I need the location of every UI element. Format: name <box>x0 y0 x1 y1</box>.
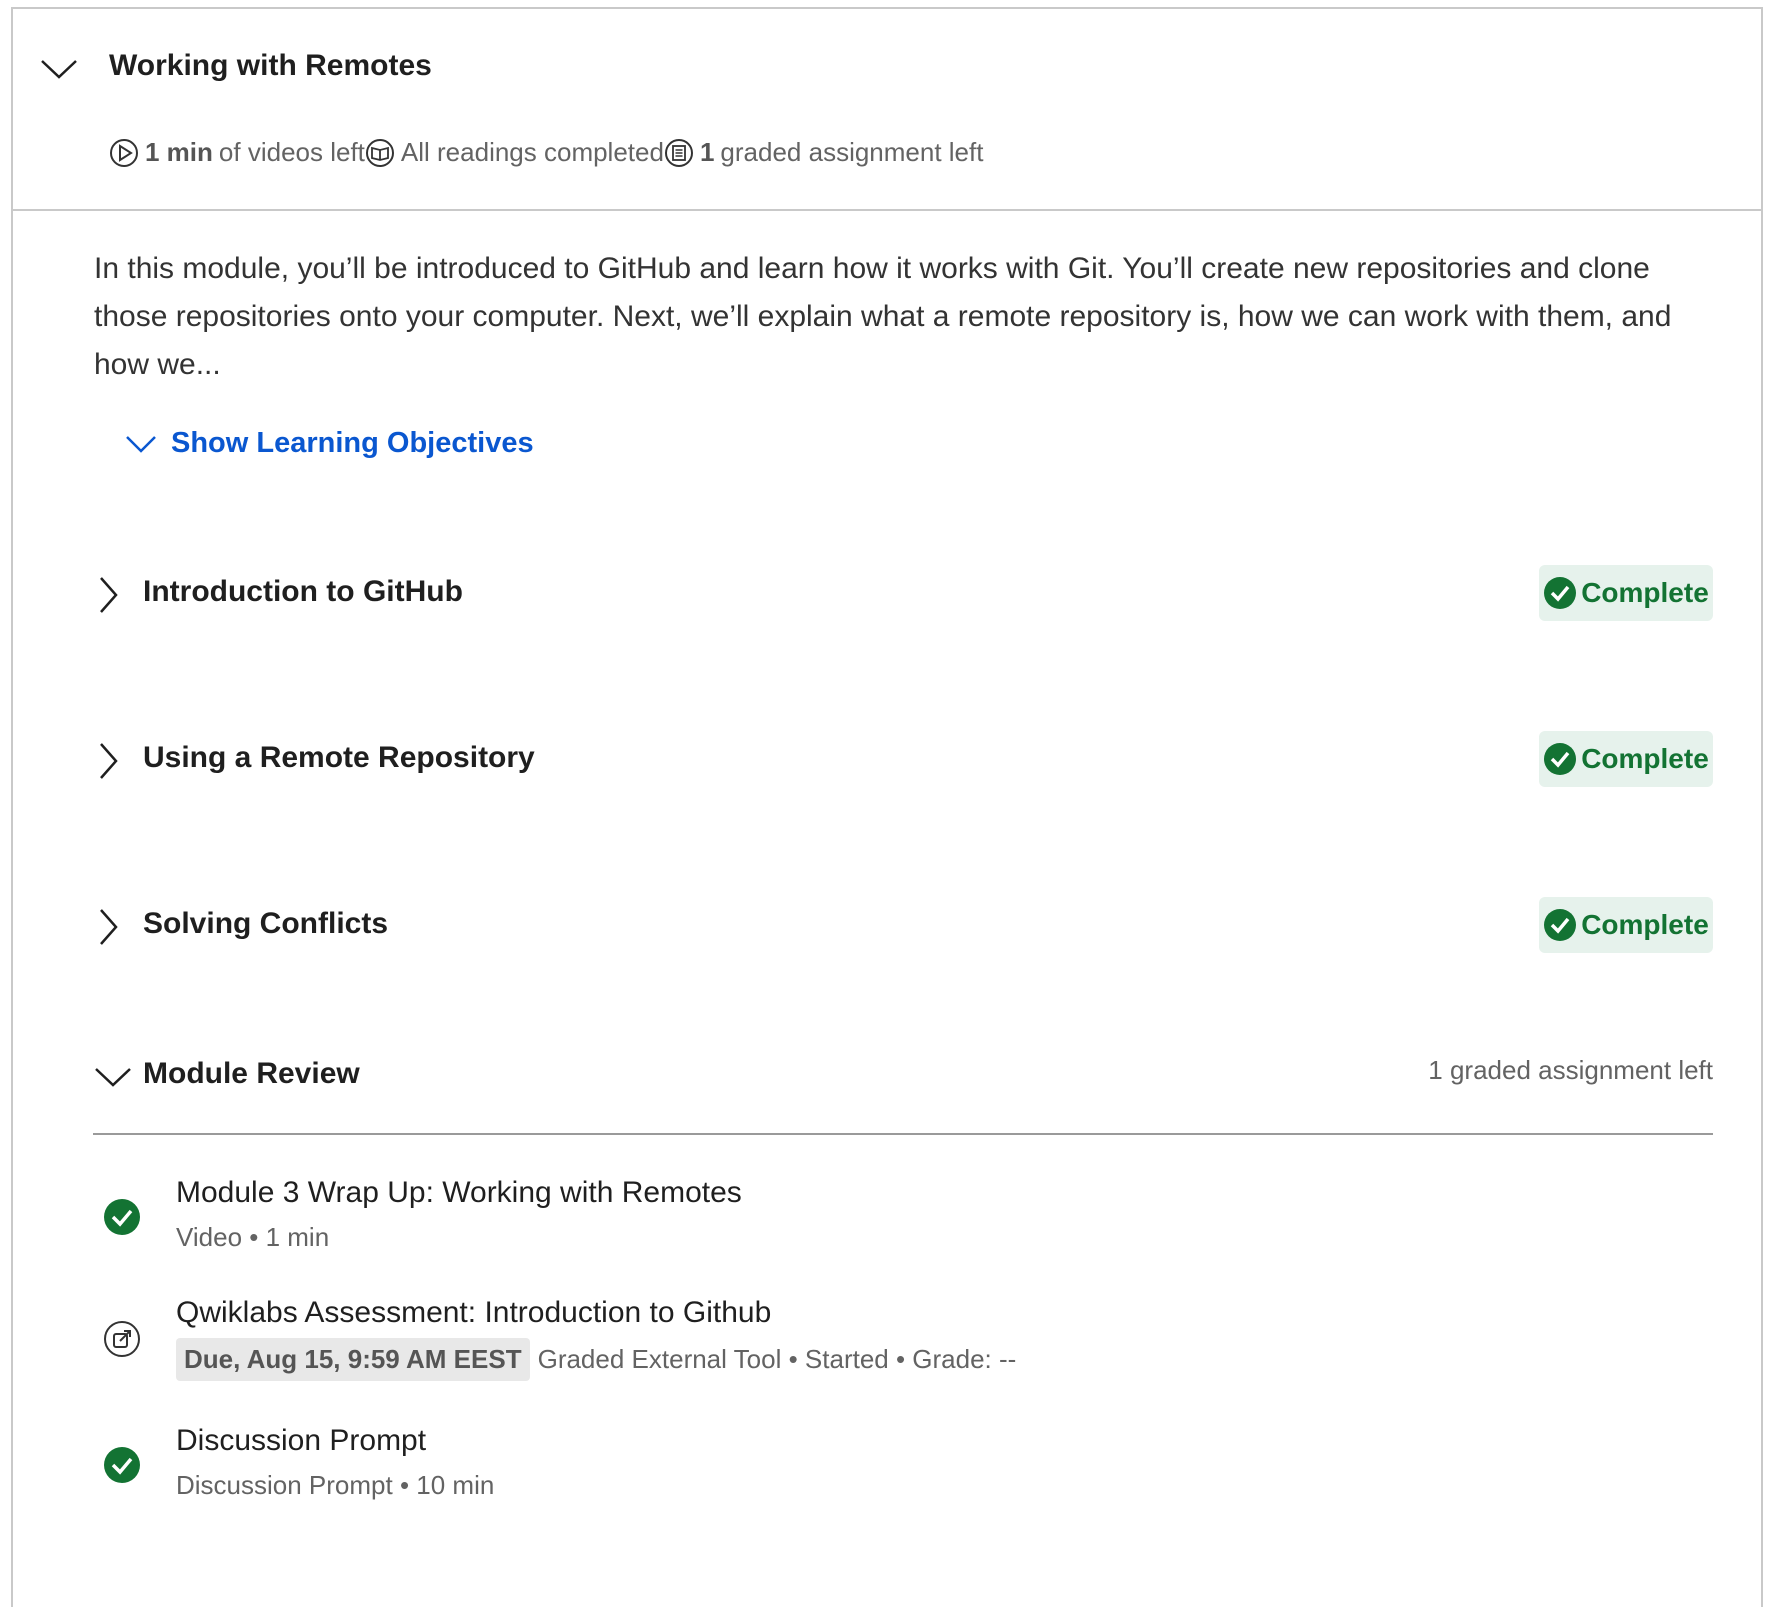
item-meta: Discussion Prompt • 10 min <box>176 1470 495 1500</box>
check-circle-icon <box>104 1199 140 1235</box>
graded-stat: 1 graded assignment left <box>664 137 984 168</box>
graded-value: 1 <box>699 137 715 167</box>
lesson-title[interactable]: Solving Conflicts <box>143 907 388 941</box>
item-title[interactable]: Qwiklabs Assessment: Introduction to Git… <box>176 1296 771 1330</box>
module-card: Working with Remotes 1 min of videos lef… <box>11 7 1763 1607</box>
item-meta-row: Due, Aug 15, 9:59 AM EEST Graded Externa… <box>176 1338 1016 1381</box>
check-circle-icon <box>1544 909 1577 941</box>
review-summary: 1 graded assignment left <box>1428 1055 1713 1085</box>
videos-value: 1 min <box>145 137 213 167</box>
expand-lesson-button[interactable] <box>93 565 123 625</box>
item-title[interactable]: Module 3 Wrap Up: Working with Remotes <box>176 1176 742 1210</box>
videos-label: of videos left <box>218 137 365 167</box>
status-badge: Complete <box>1539 565 1713 621</box>
collapse-module-button[interactable] <box>39 49 79 89</box>
chevron-right-icon <box>100 909 118 945</box>
module-title: Working with Remotes <box>109 49 432 82</box>
chevron-down-icon <box>126 435 156 453</box>
readings-stat: All readings completed <box>365 137 664 168</box>
module-description: In this module, you’ll be introduced to … <box>94 252 1672 381</box>
lesson-title[interactable]: Introduction to GitHub <box>143 575 463 609</box>
check-circle-icon <box>1544 577 1577 609</box>
module-stats: 1 min of videos left All readings comple… <box>109 137 983 168</box>
item-title[interactable]: Discussion Prompt <box>176 1424 426 1458</box>
graded-label: graded assignment left <box>720 137 984 167</box>
item-meta: Graded External Tool • Started • Grade: … <box>537 1344 1017 1374</box>
readings-label: All readings completed <box>400 137 664 167</box>
due-date-badge: Due, Aug 15, 9:59 AM EEST <box>176 1338 530 1381</box>
play-circle-icon <box>110 138 138 167</box>
lesson-row[interactable]: Introduction to GitHub Complete <box>93 565 1713 625</box>
videos-stat: 1 min of videos left <box>109 137 365 168</box>
chevron-right-icon <box>100 743 118 779</box>
collapse-review-button[interactable] <box>93 1057 133 1097</box>
check-circle-icon <box>104 1447 140 1483</box>
external-link-icon <box>104 1321 140 1357</box>
chevron-down-icon <box>41 60 77 79</box>
status-label: Complete <box>1581 743 1709 774</box>
show-objectives-label: Show Learning Objectives <box>171 427 534 459</box>
book-circle-icon <box>365 138 394 167</box>
lesson-row[interactable]: Using a Remote Repository Complete <box>93 731 1713 791</box>
expand-lesson-button[interactable] <box>93 731 123 791</box>
lesson-row[interactable]: Solving Conflicts Complete <box>93 897 1713 957</box>
status-badge: Complete <box>1539 731 1713 787</box>
show-objectives-button[interactable]: Show Learning Objectives <box>125 427 534 460</box>
review-title: Module Review <box>143 1057 360 1090</box>
chevron-down-icon <box>95 1068 131 1087</box>
check-circle-icon <box>1544 743 1577 775</box>
item-meta: Video • 1 min <box>176 1222 330 1252</box>
chevron-right-icon <box>100 577 118 613</box>
status-label: Complete <box>1581 577 1709 608</box>
expand-lesson-button[interactable] <box>93 897 123 957</box>
lesson-title[interactable]: Using a Remote Repository <box>143 741 535 775</box>
status-badge: Complete <box>1539 897 1713 953</box>
module-header: Working with Remotes 1 min of videos lef… <box>13 9 1761 211</box>
module-review-header: Module Review 1 graded assignment left <box>93 1055 1713 1135</box>
status-label: Complete <box>1581 909 1709 940</box>
assignment-circle-icon <box>664 138 693 167</box>
